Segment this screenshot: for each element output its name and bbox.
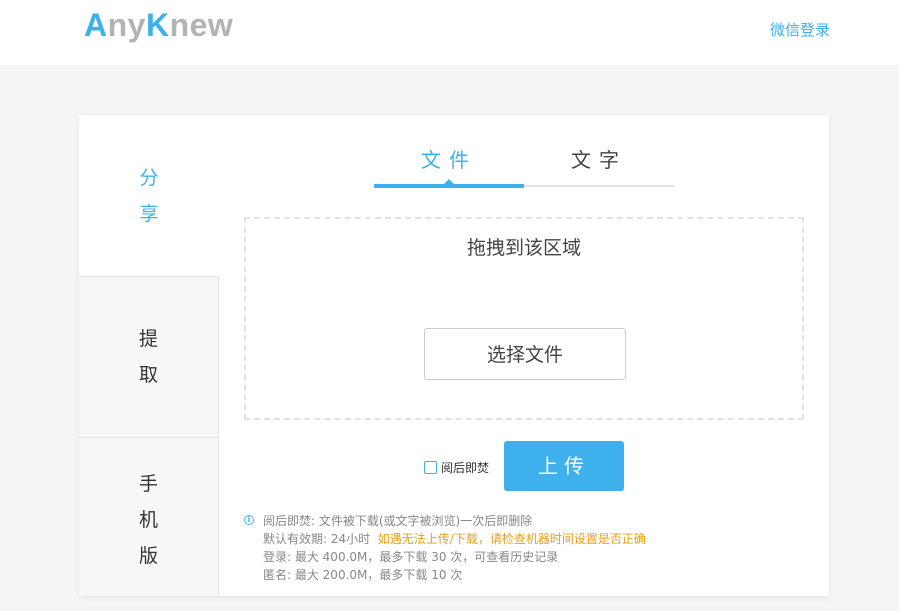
- sidebar-item-extract[interactable]: 提 取: [79, 276, 219, 437]
- note-line: 默认有效期: 24小时 如遇无法上传/下载，请检查机器时间设置是否正确: [244, 530, 646, 548]
- sidebar-item-mobile-char: 机: [138, 509, 158, 531]
- file-dropzone[interactable]: 拖拽到该区域 选择文件: [244, 217, 804, 420]
- wechat-login-link[interactable]: 微信登录: [770, 19, 830, 40]
- tab-bar: 文件 文字: [374, 145, 674, 189]
- caret-up-icon: [443, 179, 455, 185]
- tab-text[interactable]: 文字: [524, 145, 674, 185]
- upload-button[interactable]: 上传: [504, 441, 624, 491]
- info-icon: i: [244, 515, 254, 525]
- sidebar-item-mobile[interactable]: 手 机 版: [79, 437, 219, 596]
- burn-after-reading-label: 阅后即焚: [441, 461, 490, 475]
- upload-notes: i 阅后即焚: 文件被下载(或文字被浏览)一次后即删除 默认有效期: 24小时 …: [244, 512, 646, 584]
- logo[interactable]: AnyKnew: [84, 6, 233, 44]
- note-text: 默认有效期: 24小时: [263, 532, 371, 546]
- sidebar-item-extract-char: 取: [138, 364, 158, 386]
- logo-text-ny: ny: [107, 7, 146, 43]
- header: AnyKnew 微信登录: [0, 0, 899, 65]
- main-card: 分 享 提 取 手 机 版 文件 文字 拖拽到该区域 选择文件 阅后即焚 上传 …: [79, 115, 829, 596]
- note-text: 阅后即焚: 文件被下载(或文字被浏览)一次后即删除: [263, 514, 533, 528]
- note-line: 匿名: 最大 200.0M，最多下载 10 次: [244, 566, 646, 584]
- choose-file-button[interactable]: 选择文件: [424, 328, 626, 380]
- note-line: i 阅后即焚: 文件被下载(或文字被浏览)一次后即删除: [244, 512, 646, 530]
- dropzone-title: 拖拽到该区域: [466, 237, 581, 259]
- sidebar-item-mobile-char: 版: [138, 545, 158, 567]
- burn-after-reading-option[interactable]: 阅后即焚: [424, 459, 489, 476]
- note-warning: 如遇无法上传/下载，请检查机器时间设置是否正确: [377, 532, 646, 546]
- sidebar-item-extract-char: 提: [138, 328, 158, 350]
- sidebar-item-share-char: 享: [139, 202, 159, 225]
- note-line: 登录: 最大 400.0M，最多下载 30 次，可查看历史记录: [244, 548, 646, 566]
- checkbox-icon[interactable]: [424, 461, 437, 474]
- logo-letter-k: K: [145, 7, 170, 43]
- sidebar-item-mobile-char: 手: [138, 473, 158, 495]
- sidebar-item-share-char: 分: [139, 166, 159, 189]
- note-text: 匿名: 最大 200.0M，最多下载 10 次: [263, 568, 463, 582]
- logo-text-new: new: [169, 7, 234, 43]
- sidebar-item-share[interactable]: 分 享: [79, 115, 219, 276]
- logo-letter-a: A: [84, 7, 108, 43]
- note-text: 登录: 最大 400.0M，最多下载 30 次，可查看历史记录: [263, 550, 559, 564]
